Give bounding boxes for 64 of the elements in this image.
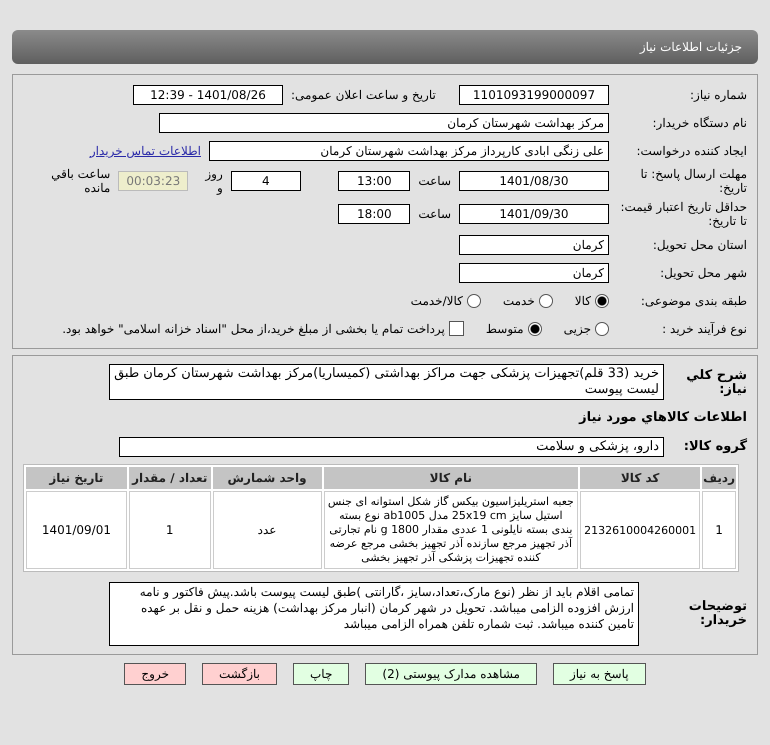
remaining-label: ساعت باقي مانده — [50, 167, 110, 195]
radio-label: کالا/خدمت — [410, 294, 463, 308]
goods-group-field: دارو، پزشکی و سلامت — [119, 436, 664, 456]
section-title: اطلاعات کالاهاي مورد نياز — [578, 410, 747, 424]
radio-label: متوسط — [486, 322, 524, 336]
contact-link[interactable]: اطلاعات تماس خریدار — [90, 144, 201, 158]
field-label: توضیحات خریدار: — [688, 600, 747, 628]
time-field: 13:00 — [338, 171, 410, 191]
field-label: نام دستگاه خریدار: — [652, 116, 747, 130]
city-field: کرمان — [459, 262, 609, 282]
date-field: 1401/09/30 — [459, 204, 609, 224]
field-label: نوع فرآیند خرید : — [661, 322, 747, 336]
field-label: طبقه بندی موضوعی: — [640, 294, 747, 308]
field-label: شهر محل تحویل: — [659, 266, 747, 280]
checkbox[interactable] — [448, 321, 464, 336]
remaining-time-field: 00:03:23 — [118, 171, 188, 191]
radio-label: جزیی — [564, 322, 591, 336]
field-label: مهلت ارسال پاسخ: تا تاریخ: — [639, 167, 747, 195]
announce-date-field: 1401/08/26 - 12:39 — [133, 84, 283, 104]
time-label: ساعت — [418, 207, 451, 221]
action-button[interactable]: مشاهده مدارک پیوستی (2) — [365, 663, 537, 685]
radio-button[interactable] — [595, 322, 609, 336]
action-button[interactable]: پاسخ به نیاز — [552, 663, 646, 685]
column-header: نام کالا — [324, 467, 578, 489]
checkbox-label: پرداخت تمام یا بخشی از مبلغ خرید،از محل "اسناد خزانه اسلامی" خواهد بود. — [62, 322, 445, 336]
radio-button[interactable] — [538, 294, 553, 308]
field-label: حداقل تاریخ اعتبار قیمت: تا تاریخ: — [619, 200, 747, 228]
column-header: کد کالا — [580, 467, 700, 489]
column-header: ردیف — [702, 467, 736, 489]
date-field: 1401/08/30 — [459, 171, 609, 191]
table-cell: 1401/09/01 — [26, 491, 127, 569]
days-label: روز و — [204, 167, 223, 195]
time-field: 18:00 — [338, 204, 410, 224]
days-field: 4 — [230, 171, 301, 191]
table-cell: 2132610004260001 — [580, 491, 700, 569]
action-button[interactable]: بازگشت — [202, 663, 277, 685]
province-field: کرمان — [459, 234, 609, 254]
radio-label: کالا — [574, 294, 591, 308]
table-cell: 1 — [702, 491, 736, 569]
table-cell: جعبه استریلیزاسیون بیکس گاز شکل استوانه ای جنس استیل سایز 25x19 cm مدل ab1005 نوع بسته بندی بسته نایلونی 1 عددی مقدار 1800 g نام تجارتی آذر تجهیز مرجع سازنده آذر تجهیز بخشی مرجع عرضه کننده تجهیزات پزشکی آذر تجهیز بخشی — [324, 491, 578, 569]
action-button[interactable]: چاپ — [293, 663, 350, 685]
buyer-notes-field: تمامی اقلام باید از نظر (نوع مارک،تعداد،سایز ،گارانتی )طبق لیست پیوست باشد.پیش فاکتور و نامه ارزش افزوده الزامی میباشد. تحویل در شهر کرمان (انبار مرکز بهداشت) هزینه حمل و نقل بر عهده تامین کننده میباشد. ثبت شماره تلفن همراه الزامی میباشد — [109, 582, 639, 646]
field-label: شرح کلي نياز: — [685, 367, 747, 397]
table-cell: 1 — [128, 491, 211, 569]
radio-button[interactable] — [528, 322, 542, 336]
need-number-field: 1101093199000097 — [459, 84, 609, 104]
requester-field: علی زنگی ابادی کارپرداز مرکز بهداشت شهرستان کرمان — [209, 140, 609, 160]
buyer-org-field: مرکز بهداشت شهرستان کرمان — [159, 112, 609, 132]
page-title: جزئیات اطلاعات نیاز — [640, 40, 742, 54]
field-label: شماره نیاز: — [689, 88, 747, 102]
column-header: تاریخ نیاز — [26, 467, 127, 489]
table-cell: عدد — [212, 491, 322, 569]
time-label: ساعت — [418, 174, 451, 188]
field-label: تاریخ و ساعت اعلان عمومی: — [291, 88, 437, 102]
description-field: خرید (33 قلم)تجهیزات پزشکی جهت مراکز بهداشتی (کمیساریا)مرکز بهداشت شهرستان کرمان طبق لیست پیوست — [109, 364, 664, 400]
radio-label: خدمت — [502, 294, 535, 308]
column-header: واحد شمارش — [212, 467, 322, 489]
field-label: ایجاد کننده درخواست: — [635, 144, 747, 158]
radio-button[interactable] — [595, 294, 609, 308]
column-header: تعداد / مقدار — [128, 467, 211, 489]
field-label: استان محل تحویل: — [652, 238, 747, 252]
field-label: گروه کالا: — [682, 440, 747, 454]
radio-button[interactable] — [466, 294, 481, 308]
action-button[interactable]: خروج — [124, 663, 186, 685]
